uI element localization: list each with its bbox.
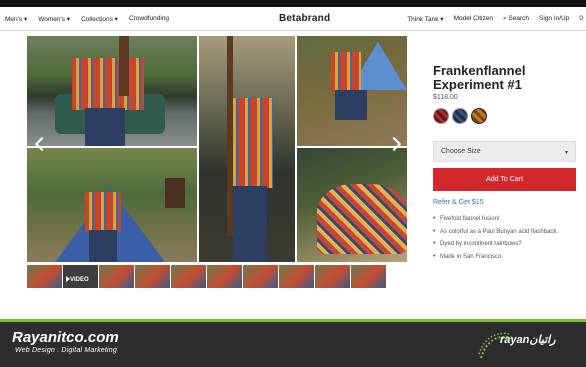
thumbnail[interactable] bbox=[171, 265, 206, 288]
jeans bbox=[85, 108, 125, 146]
feature-item: Made in San Francisco. bbox=[433, 253, 558, 260]
nav-collections[interactable]: Collections ▾ bbox=[81, 15, 118, 23]
photo-man-sitting-tent[interactable] bbox=[297, 36, 407, 146]
thumbnail[interactable] bbox=[135, 265, 170, 288]
flannel-shirt bbox=[72, 58, 144, 110]
nav-model-citizen[interactable]: Model Citizen bbox=[454, 15, 493, 23]
jeans bbox=[233, 186, 267, 262]
add-to-cart-button[interactable]: Add To Cart bbox=[433, 168, 576, 191]
photo-man-with-pole[interactable] bbox=[27, 36, 197, 146]
nav-right: Think Tank ▾ Model Citizen ⌕ Search Sign… bbox=[407, 15, 583, 23]
brand-logo[interactable]: Betabrand bbox=[279, 13, 330, 24]
swatch-orange-selected[interactable] bbox=[471, 108, 487, 124]
chevron-down-icon: ▾ bbox=[564, 150, 568, 156]
product-gallery bbox=[27, 36, 407, 262]
thumbnail[interactable] bbox=[99, 265, 134, 288]
thumbnail-strip: VIDEO bbox=[27, 265, 407, 288]
watermark-title: Rayanitco.com bbox=[12, 329, 119, 346]
watermark-subtitle: Web Design . Digital Marketing bbox=[15, 347, 117, 354]
nav-crowdfunding[interactable]: Crowdfunding bbox=[129, 15, 169, 23]
flannel-shirt bbox=[229, 98, 273, 188]
flannel-shirt bbox=[331, 52, 361, 92]
pole bbox=[119, 36, 129, 96]
oar bbox=[227, 36, 233, 236]
feature-item: Fivefold flannel fusion! bbox=[433, 215, 558, 222]
thumbnail-video[interactable]: VIDEO bbox=[63, 265, 98, 288]
thumbnail[interactable] bbox=[27, 265, 62, 288]
flannel-shirt bbox=[85, 192, 121, 232]
top-bar bbox=[0, 0, 586, 7]
jeans bbox=[335, 90, 367, 120]
feature-list: Fivefold flannel fusion! As colorful as … bbox=[433, 215, 558, 266]
swatch-blue[interactable] bbox=[452, 108, 468, 124]
feature-item: Dyed by incontinent rainbows? bbox=[433, 240, 558, 247]
feature-item: As colorful as a Paul Bunyan acid flashb… bbox=[433, 228, 558, 235]
size-select[interactable]: Choose Size ▾ bbox=[433, 141, 576, 162]
color-swatches bbox=[433, 108, 487, 124]
thumbnail[interactable] bbox=[279, 265, 314, 288]
nav-cart-count[interactable]: 0 bbox=[579, 15, 583, 23]
jeans bbox=[89, 230, 117, 262]
nav-sign-in[interactable]: Sign In/Up bbox=[539, 15, 569, 23]
thumbnail[interactable] bbox=[351, 265, 386, 288]
refer-link[interactable]: Refer & Get $15 bbox=[433, 199, 484, 206]
nav-left: Men's ▾ Women's ▾ Collections ▾ Crowdfun… bbox=[5, 15, 169, 23]
size-select-label: Choose Size bbox=[441, 148, 481, 155]
nav-search[interactable]: ⌕ Search bbox=[503, 15, 529, 23]
thumbnail[interactable] bbox=[315, 265, 350, 288]
video-label: VIDEO bbox=[70, 277, 89, 283]
swatch-red[interactable] bbox=[433, 108, 449, 124]
thumbnail[interactable] bbox=[207, 265, 242, 288]
top-navigation: Men's ▾ Women's ▾ Collections ▾ Crowdfun… bbox=[0, 7, 586, 31]
flannel-hammock bbox=[317, 184, 407, 254]
product-title: Frankenflannel Experiment #1 bbox=[433, 63, 526, 92]
product-price: $118.00 bbox=[433, 94, 458, 101]
bigfoot-figure bbox=[165, 178, 185, 208]
photo-man-in-hammock[interactable] bbox=[297, 148, 407, 262]
nav-womens[interactable]: Women's ▾ bbox=[38, 15, 70, 23]
photo-man-in-forest[interactable] bbox=[27, 148, 197, 262]
thumbnail[interactable] bbox=[243, 265, 278, 288]
nav-think-tank[interactable]: Think Tank ▾ bbox=[407, 15, 443, 23]
photo-man-with-oar[interactable] bbox=[199, 36, 295, 262]
watermark-logo-text: rayanراتیان bbox=[500, 334, 556, 346]
nav-mens[interactable]: Men's ▾ bbox=[5, 15, 27, 23]
logo-text: Betabrand bbox=[279, 13, 331, 24]
